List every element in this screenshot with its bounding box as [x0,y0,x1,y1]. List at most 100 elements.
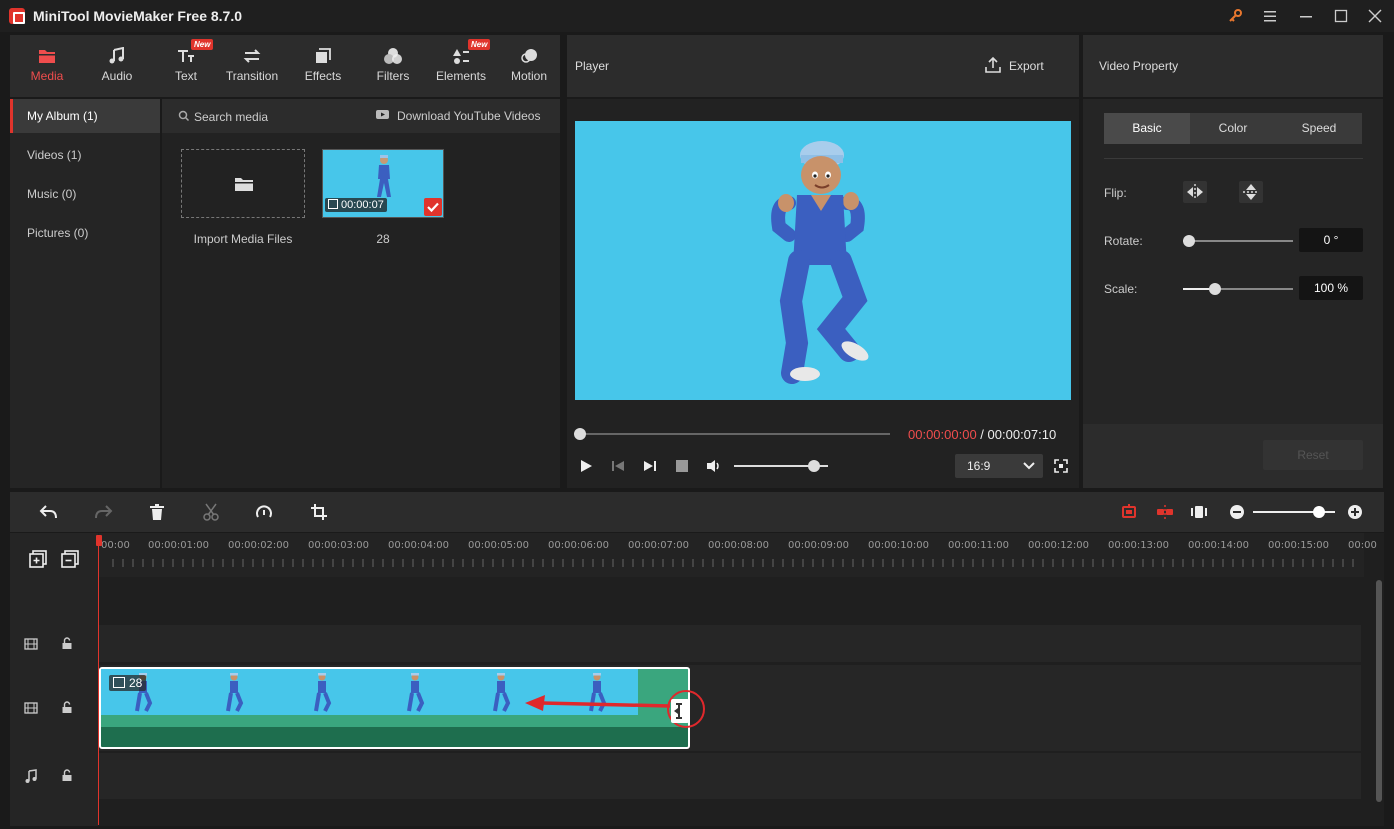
delete-icon[interactable] [148,503,166,521]
tab-text[interactable]: New Text [151,35,221,97]
ruler-tick-label: 00:00:06:00 [548,540,610,551]
ruler-tick-label: 00:00:14:00 [1188,540,1250,551]
tab-motion[interactable]: Motion [496,35,562,97]
export-button[interactable]: Export [1009,59,1044,73]
ruler-tick-label: 00:00 [1348,540,1377,551]
remove-track-icon[interactable] [61,550,79,568]
import-media-label: Import Media Files [193,232,293,246]
seek-knob[interactable] [574,428,586,440]
tab-color[interactable]: Color [1190,113,1276,144]
lock-icon[interactable] [61,701,73,714]
lock-icon[interactable] [61,769,73,782]
scale-value-field[interactable]: 100 % [1299,276,1363,300]
volume-knob[interactable] [807,460,820,472]
tab-effects[interactable]: Effects [288,35,358,97]
rotate-value-field[interactable]: 0 ° [1299,228,1363,252]
zoom-knob[interactable] [1312,506,1325,518]
fullscreen-icon[interactable] [1053,458,1069,474]
tab-audio[interactable]: Audio [82,35,152,97]
clip-frame [314,673,332,712]
flip-horizontal-icon[interactable] [1183,181,1207,203]
timeline-scrollbar[interactable] [1376,580,1382,802]
lock-icon[interactable] [61,637,73,650]
playhead-handle[interactable] [96,535,102,546]
tab-basic[interactable]: Basic [1104,113,1190,144]
minimize-icon[interactable] [1295,6,1317,26]
chevron-down-icon [1023,462,1035,470]
menu-icon[interactable] [1259,6,1281,26]
import-media-button[interactable] [181,149,305,218]
effects-icon [316,48,331,63]
app-title: MiniTool MovieMaker Free 8.7.0 [33,8,243,24]
clip-frame [493,673,511,712]
youtube-download-icon [375,109,391,121]
stop-icon[interactable] [675,459,689,473]
folder-icon [235,178,253,191]
close-icon[interactable] [1364,6,1386,26]
redo-icon[interactable] [93,503,113,521]
app-logo-icon [9,8,25,24]
character-thumbnail [377,155,391,197]
tab-speed[interactable]: Speed [1276,113,1362,144]
rotate-label: Rotate: [1104,234,1143,248]
key-icon[interactable] [1224,6,1246,26]
download-youtube-button[interactable]: Download YouTube Videos [397,109,540,123]
album-item-my-album[interactable]: My Album (1) [10,99,160,133]
playhead-line[interactable] [98,535,99,825]
tab-media[interactable]: Media [12,35,82,97]
snap-icon[interactable] [1120,503,1138,521]
zoom-out-icon[interactable] [1229,504,1245,520]
new-badge: New [468,39,491,50]
video-track-1[interactable] [99,625,1361,662]
undo-icon[interactable] [39,503,59,521]
tab-filters[interactable]: Filters [358,35,428,97]
scale-knob[interactable] [1209,283,1221,295]
audio-track[interactable] [99,753,1361,799]
split-scissors-icon[interactable] [202,503,220,521]
album-item-music[interactable]: Music (0) [10,177,160,211]
video-track-icon [24,638,38,650]
divider [1104,158,1363,159]
ruler-tick-label: 00:00:11:00 [948,540,1010,551]
media-clip-thumbnail[interactable]: 00:00:07 [322,149,444,218]
previous-frame-icon[interactable] [610,458,626,474]
clip-label-badge: 28 [109,675,147,691]
reset-button[interactable]: Reset [1263,440,1363,470]
video-preview [575,121,1071,400]
speed-icon[interactable] [255,503,273,521]
album-item-pictures[interactable]: Pictures (0) [10,216,160,250]
aspect-ratio-select[interactable]: 16:9 [955,454,1043,478]
fit-timeline-icon[interactable] [1190,503,1208,521]
video-track-icon [24,702,38,714]
album-panel: My Album (1) Videos (1) Music (0) Pictur… [10,99,160,488]
zoom-in-icon[interactable] [1347,504,1363,520]
time-separator: / [976,427,988,442]
album-item-videos[interactable]: Videos (1) [10,138,160,172]
flip-vertical-icon[interactable] [1239,181,1263,203]
rotate-knob[interactable] [1183,235,1195,247]
tab-transition[interactable]: Transition [220,35,284,97]
maximize-icon[interactable] [1330,6,1352,26]
add-track-icon[interactable] [29,550,47,568]
new-badge: New [191,39,214,50]
rotate-slider[interactable] [1183,240,1293,242]
ruler-tick-label: 00:00:08:00 [708,540,770,551]
next-frame-icon[interactable] [642,458,658,474]
tab-elements[interactable]: New Elements [428,35,494,97]
property-title: Video Property [1099,59,1179,73]
search-media-input[interactable]: Search media [194,110,268,124]
play-icon[interactable] [578,458,594,474]
seek-bar[interactable] [580,433,890,435]
crop-icon[interactable] [310,503,328,521]
volume-icon[interactable] [705,458,723,474]
flip-label: Flip: [1104,186,1127,200]
ruler-tick-label: 00:00:01:00 [148,540,210,551]
link-icon[interactable] [1156,503,1174,521]
ruler-tick-label: 00:00:15:00 [1268,540,1330,551]
trim-handle[interactable] [671,699,689,723]
music-icon [109,47,124,64]
film-icon [113,677,125,688]
clip-frame [226,673,244,712]
current-time: 00:00:00:00 [908,427,977,442]
ruler-tick-label: 00:00:05:00 [468,540,530,551]
